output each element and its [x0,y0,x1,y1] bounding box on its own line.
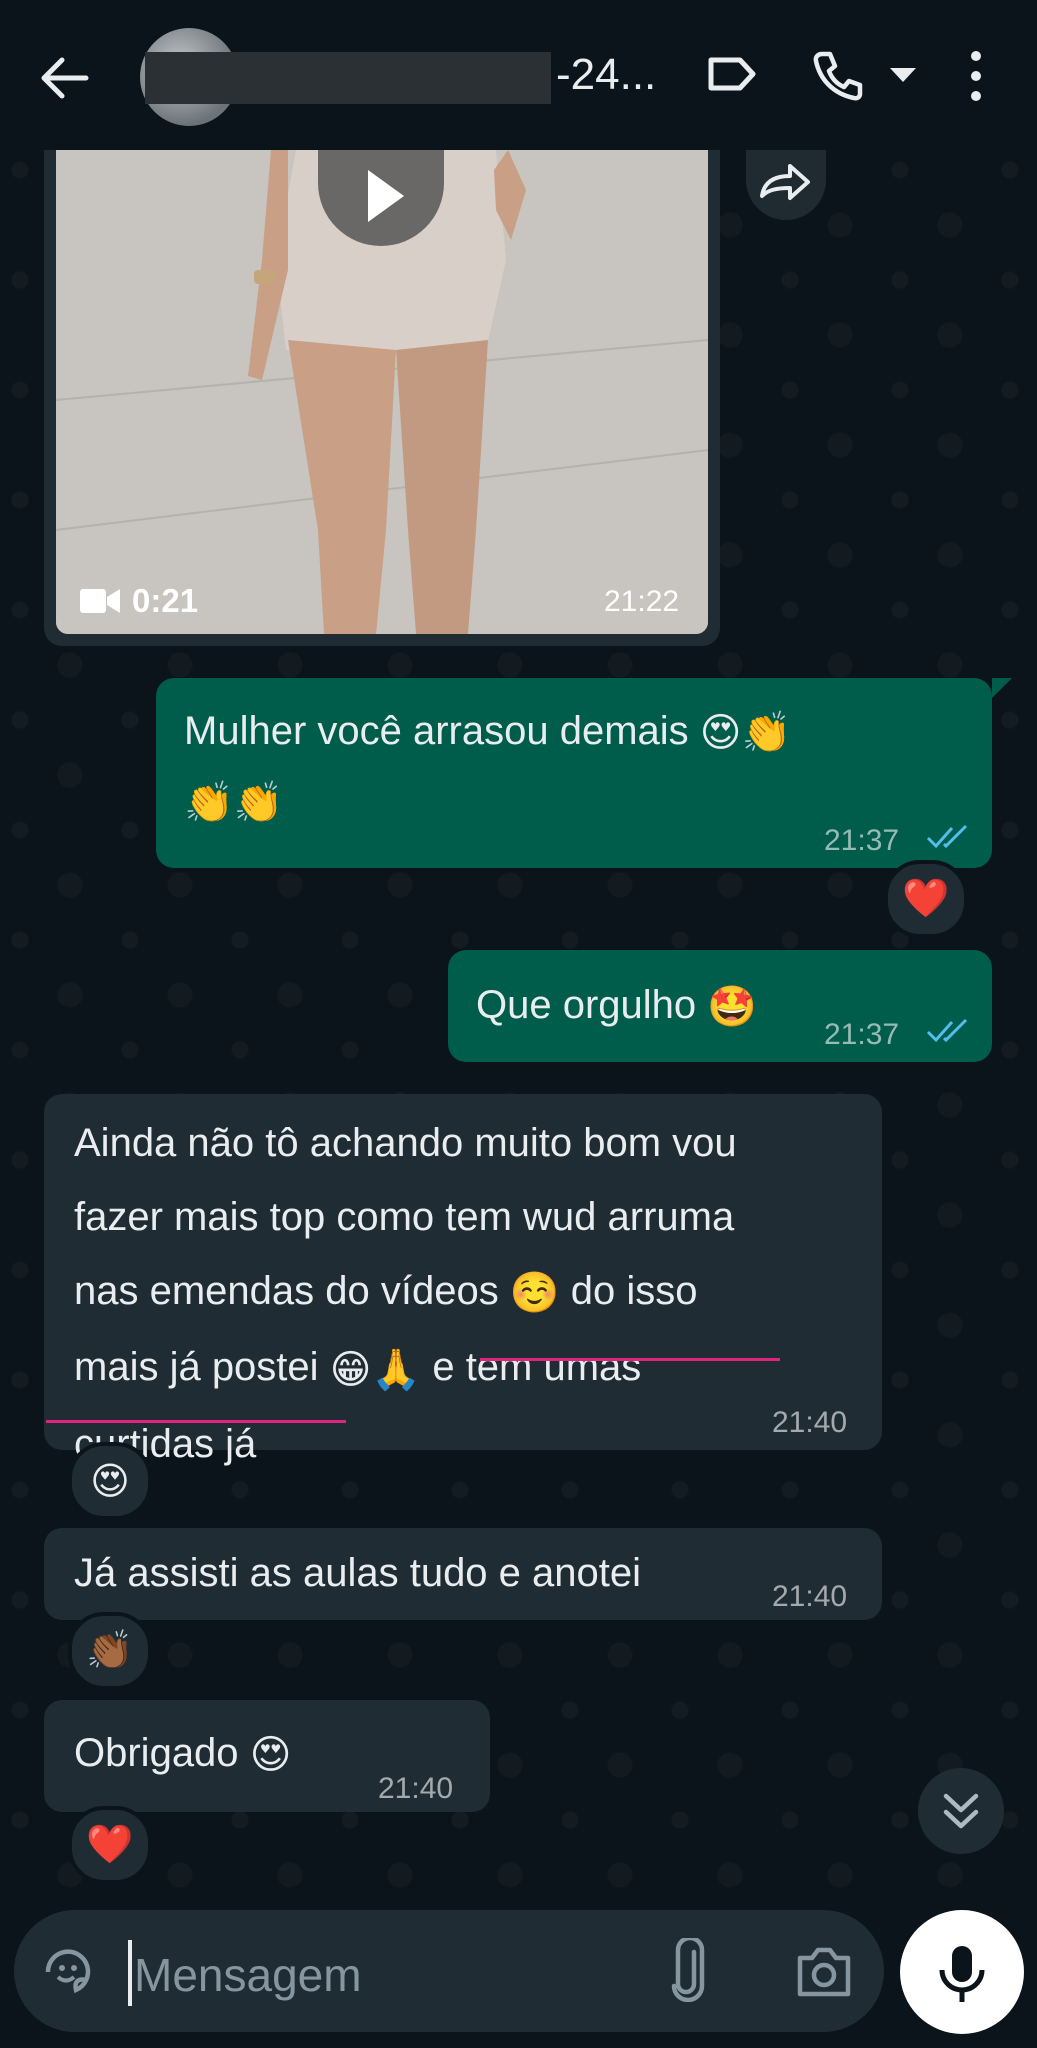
folded-hands-emoji: 🙏 [371,1347,422,1392]
video-camera-icon [80,589,120,613]
highlight-underline [480,1358,780,1361]
contact-name[interactable]: -24... [556,50,656,100]
redacted-contact-name [145,52,551,104]
text-cursor [128,1940,132,2006]
message-time: 21:40 [378,1772,454,1805]
reaction-badge[interactable]: 👏🏾 [68,1612,152,1690]
message-input[interactable]: Mensagem [134,1948,362,2002]
grinning-emoji: 😁 [329,1347,372,1392]
message-line: do isso [570,1269,698,1313]
read-ticks-icon [926,824,968,849]
message-line: mais já postei [74,1345,319,1390]
forward-button[interactable] [746,150,826,220]
message-text: Que orgulho [476,983,697,1027]
attach-icon[interactable] [664,1938,712,2002]
highlight-underline [46,1420,346,1423]
clapping-emoji: 👏 [233,781,284,826]
message-line: nas emendas do vídeos [74,1269,499,1313]
scroll-to-bottom-button[interactable] [918,1768,1004,1854]
clapping-emoji: 👏 [184,781,234,826]
heart-eyes-emoji: 😍 [699,711,742,756]
message-text: Mulher você arrasou demais [184,709,689,753]
heart-eyes-emoji: 😍 [249,1733,292,1778]
incoming-message[interactable]: Ainda não tô achando muito bom vou fazer… [44,1094,882,1466]
reaction-badge[interactable]: ❤️ [68,1806,152,1884]
message-time: 21:37 [824,1018,900,1051]
video-message[interactable] [44,150,720,646]
outgoing-message[interactable]: Mulher você arrasou demais 😍👏 👏👏 21:37 [156,678,992,868]
reaction-badge[interactable]: ❤️ [884,860,968,938]
microphone-icon [939,1946,985,2002]
clapping-emoji: 👏 [741,711,792,756]
phone-icon[interactable] [810,48,866,104]
reaction-emoji: ❤️ [902,878,950,920]
double-chevron-down-icon [943,1793,979,1829]
read-ticks-icon [926,1018,968,1043]
message-time: 21:40 [772,1580,848,1613]
incoming-message[interactable]: Já assisti as aulas tudo e anotei 21:40 [44,1528,882,1620]
message-line: Ainda não tô achando muito bom vou [74,1121,737,1165]
message-text: Obrigado [74,1731,239,1775]
message-line: fazer mais top como tem wud arruma [74,1195,735,1239]
video-duration: 0:21 [132,582,199,619]
incoming-message[interactable]: Obrigado 😍 21:40 [44,1700,490,1812]
play-icon [368,170,404,222]
caret-down-icon[interactable] [890,68,916,84]
reaction-badge[interactable]: 😍 [68,1442,152,1520]
message-time: 21:37 [824,824,900,857]
message-text: Já assisti as aulas tudo e anotei [74,1551,642,1595]
smiling-emoji: ☺️ [509,1271,560,1316]
reaction-emoji: ❤️ [86,1824,134,1866]
camera-icon[interactable] [794,1946,854,1998]
message-line: e tem umas [432,1345,642,1390]
outgoing-message[interactable]: Que orgulho 🤩 21:37 [448,950,992,1062]
voice-record-button[interactable] [900,1910,1024,2034]
sticker-icon[interactable] [40,1944,96,2000]
star-struck-emoji: 🤩 [707,985,758,1030]
reaction-emoji: 😍 [90,1460,130,1503]
chat-header: -24... [0,0,1037,150]
bubble-tail [992,678,1012,698]
back-arrow-icon[interactable] [38,52,90,104]
reaction-emoji: 👏🏾 [86,1630,134,1672]
label-icon[interactable] [706,48,758,100]
message-line: curtidas já [74,1421,257,1466]
play-button[interactable] [318,150,444,246]
message-time: 21:40 [772,1406,848,1439]
more-vert-icon[interactable] [964,48,988,104]
message-time: 21:22 [604,585,680,618]
forward-icon [760,164,810,200]
